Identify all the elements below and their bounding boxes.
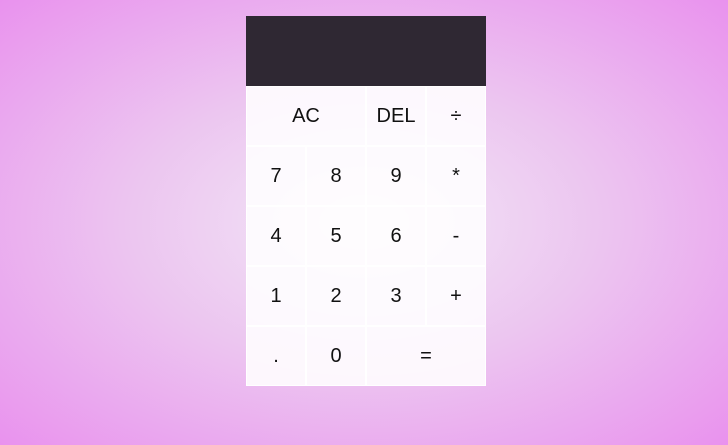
decimal-point-button[interactable]: . [246, 326, 306, 386]
divide-button[interactable]: ÷ [426, 86, 486, 146]
calculator: AC DEL ÷ 7 8 9 * 4 5 6 - 1 2 3 + . 0 = [246, 16, 486, 386]
multiply-button[interactable]: * [426, 146, 486, 206]
all-clear-button[interactable]: AC [246, 86, 366, 146]
calculator-display [246, 16, 486, 86]
digit-3-button[interactable]: 3 [366, 266, 426, 326]
equals-button[interactable]: = [366, 326, 486, 386]
digit-0-button[interactable]: 0 [306, 326, 366, 386]
digit-9-button[interactable]: 9 [366, 146, 426, 206]
digit-6-button[interactable]: 6 [366, 206, 426, 266]
add-button[interactable]: + [426, 266, 486, 326]
digit-5-button[interactable]: 5 [306, 206, 366, 266]
digit-4-button[interactable]: 4 [246, 206, 306, 266]
subtract-button[interactable]: - [426, 206, 486, 266]
digit-2-button[interactable]: 2 [306, 266, 366, 326]
digit-8-button[interactable]: 8 [306, 146, 366, 206]
delete-button[interactable]: DEL [366, 86, 426, 146]
digit-1-button[interactable]: 1 [246, 266, 306, 326]
digit-7-button[interactable]: 7 [246, 146, 306, 206]
